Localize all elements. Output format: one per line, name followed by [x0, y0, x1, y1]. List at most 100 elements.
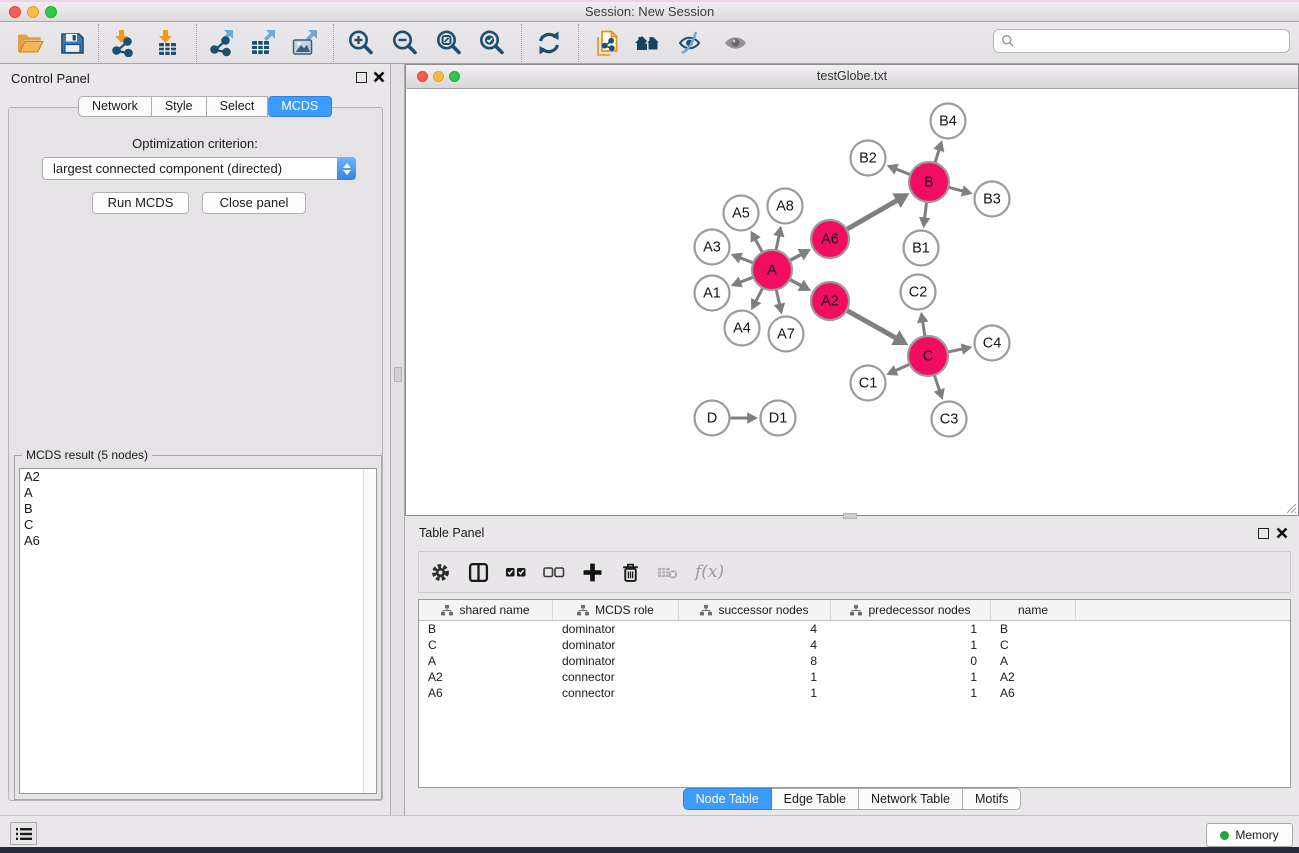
close-panel-button[interactable]: Close panel [202, 192, 306, 214]
export-network-icon[interactable] [206, 29, 236, 57]
graph-node-B[interactable]: B [909, 162, 949, 202]
zoom-view-button[interactable] [449, 71, 460, 82]
graph-edge-B-B1[interactable] [919, 202, 930, 228]
apply-layout-icon[interactable] [534, 29, 564, 57]
graph-node-A8[interactable]: A8 [768, 189, 803, 224]
graph-node-C[interactable]: C [908, 336, 948, 376]
tab-motifs[interactable]: Motifs [963, 788, 1021, 810]
graph-edge-D-D1[interactable] [730, 412, 758, 424]
graph-edge-B-B2[interactable] [887, 164, 910, 175]
mcds-result-item[interactable]: C [20, 517, 376, 533]
column-header-predecessor-nodes[interactable]: predecessor nodes [831, 600, 991, 620]
mcds-result-item[interactable]: A [20, 485, 376, 501]
first-neighbors-icon[interactable] [633, 29, 663, 57]
show-columns-icon[interactable] [467, 561, 489, 583]
tab-select[interactable]: Select [207, 96, 269, 117]
graph-edge-C-C3[interactable] [934, 375, 945, 400]
graph-node-C4[interactable]: C4 [975, 326, 1010, 361]
mcds-result-item[interactable]: A2 [20, 469, 376, 485]
new-network-from-selection-icon[interactable] [593, 29, 623, 57]
close-window-button[interactable] [9, 6, 21, 18]
export-image-icon[interactable] [290, 29, 320, 57]
search-field[interactable] [993, 29, 1290, 53]
graph-node-A6[interactable]: A6 [811, 220, 849, 258]
graph-node-A3[interactable]: A3 [695, 230, 730, 265]
graph-node-D1[interactable]: D1 [761, 401, 796, 436]
float-table-panel-icon[interactable] [1258, 528, 1269, 539]
criterion-dropdown[interactable]: largest connected component (directed) [42, 157, 356, 180]
run-mcds-button[interactable]: Run MCDS [92, 192, 189, 214]
graph-node-C3[interactable]: C3 [932, 402, 967, 437]
fit-content-icon[interactable] [434, 29, 464, 57]
graph-edge-B-B3[interactable] [949, 185, 973, 196]
close-panel-icon[interactable] [373, 71, 385, 83]
column-header-shared-name[interactable]: shared name [419, 600, 553, 620]
zoom-out-icon[interactable] [390, 29, 420, 57]
column-header-successor-nodes[interactable]: successor nodes [679, 600, 831, 620]
show-all-icon[interactable] [721, 29, 751, 57]
export-table-icon[interactable] [248, 29, 278, 57]
tab-network[interactable]: Network [78, 96, 152, 117]
delete-table-icon[interactable] [657, 561, 679, 583]
import-table-icon[interactable] [152, 29, 182, 57]
dropdown-stepper-icon[interactable] [337, 157, 356, 180]
graph-node-A2[interactable]: A2 [811, 282, 849, 320]
zoom-selected-icon[interactable] [477, 29, 507, 57]
network-window-titlebar[interactable]: testGlobe.txt [406, 65, 1298, 89]
resize-handle-icon[interactable] [1286, 503, 1297, 514]
tab-edge-table[interactable]: Edge Table [772, 788, 859, 810]
graph-edge-A6-B[interactable] [847, 193, 910, 229]
graph-edge-A-A4[interactable] [751, 288, 763, 310]
graph-node-A5[interactable]: A5 [724, 196, 759, 231]
graph-edge-A-A2[interactable] [790, 280, 811, 291]
float-panel-icon[interactable] [356, 72, 367, 83]
select-all-rows-icon[interactable] [505, 561, 527, 583]
tab-mcds[interactable]: MCDS [268, 96, 332, 117]
graph-node-B3[interactable]: B3 [975, 182, 1010, 217]
table-row[interactable]: Cdominator41C [419, 637, 1290, 653]
graph-edge-C-C1[interactable] [886, 364, 909, 375]
minimize-view-button[interactable] [433, 71, 444, 82]
graph-edge-B-B4[interactable] [933, 140, 944, 162]
zoom-in-icon[interactable] [346, 29, 376, 57]
graph-node-C1[interactable]: C1 [851, 366, 886, 401]
open-session-icon[interactable] [15, 29, 45, 57]
memory-button[interactable]: Memory [1206, 823, 1293, 847]
graph-node-B1[interactable]: B1 [904, 231, 939, 266]
scrollbar[interactable] [363, 469, 376, 793]
table-options-icon[interactable] [429, 561, 451, 583]
mcds-result-list[interactable]: A2ABCA6 [19, 468, 377, 794]
vertical-splitter-handle[interactable] [394, 367, 402, 382]
delete-rows-icon[interactable] [619, 561, 641, 583]
tab-network-table[interactable]: Network Table [859, 788, 963, 810]
minimize-window-button[interactable] [27, 6, 39, 18]
column-header-name[interactable]: name [991, 600, 1076, 620]
deselect-all-rows-icon[interactable] [543, 561, 565, 583]
graph-node-A[interactable]: A [752, 250, 792, 290]
graph-edge-C-C4[interactable] [948, 343, 972, 354]
save-session-icon[interactable] [57, 29, 87, 57]
graph-node-D[interactable]: D [695, 401, 730, 436]
graph-node-A7[interactable]: A7 [769, 317, 804, 352]
graph-edge-C-C2[interactable] [917, 312, 928, 336]
graph-node-A1[interactable]: A1 [695, 276, 730, 311]
mcds-result-item[interactable]: B [20, 501, 376, 517]
graph-node-A4[interactable]: A4 [725, 311, 760, 346]
search-input[interactable] [1020, 34, 1289, 48]
table-row[interactable]: Adominator80A [419, 653, 1290, 669]
table-row[interactable]: Bdominator41B [419, 621, 1290, 637]
network-canvas[interactable]: B4 B2 B B3 A8 A5 A6 A3 B1 A A1 C2 A2 A4 A7 C4 C C1 C3 D D1 [406, 89, 1298, 515]
tab-style[interactable]: Style [152, 96, 207, 117]
add-row-icon[interactable] [581, 561, 603, 583]
import-network-icon[interactable] [108, 29, 138, 57]
graph-node-C2[interactable]: C2 [901, 275, 936, 310]
graph-node-B4[interactable]: B4 [931, 104, 966, 139]
graph-edge-A-A6[interactable] [790, 249, 811, 260]
graph-edge-A-A1[interactable] [731, 277, 753, 288]
apply-function-icon[interactable]: f(x) [695, 562, 724, 582]
tab-node-table[interactable]: Node Table [683, 788, 772, 810]
table-row[interactable]: A2connector11A2 [419, 669, 1290, 685]
column-header-MCDS-role[interactable]: MCDS role [553, 600, 679, 620]
task-history-button[interactable] [10, 822, 37, 845]
graph-node-B2[interactable]: B2 [851, 141, 886, 176]
